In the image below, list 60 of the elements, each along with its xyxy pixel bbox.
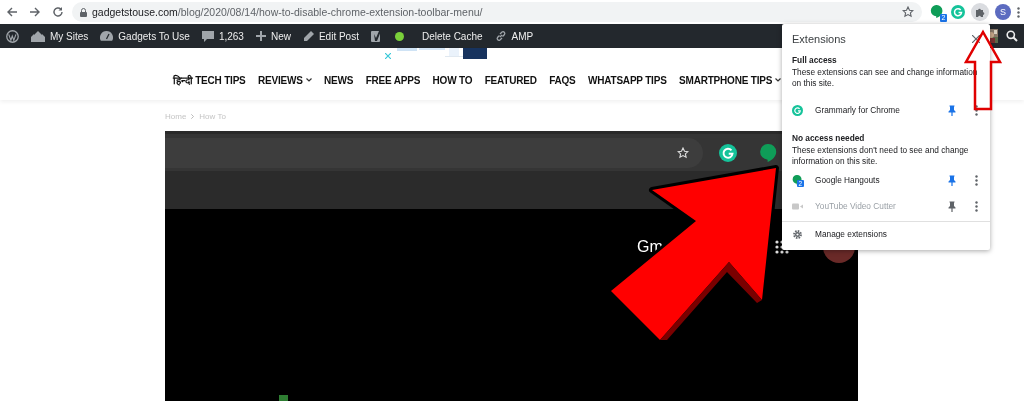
forward-icon[interactable] bbox=[29, 6, 41, 18]
admin-bar-item[interactable]: Delete Cache bbox=[409, 24, 489, 48]
lock-icon bbox=[80, 7, 87, 17]
reload-icon[interactable] bbox=[52, 6, 64, 18]
menu-icon[interactable] bbox=[1017, 6, 1020, 18]
extension-name: Grammarly for Chrome bbox=[815, 105, 901, 115]
plus-icon bbox=[255, 31, 266, 41]
extension-name: YouTube Video Cutter bbox=[815, 201, 897, 211]
admin-bar-item[interactable]: 1,263 bbox=[195, 24, 250, 48]
nav-link[interactable]: हिन्दी TECH TIPS bbox=[167, 73, 252, 87]
admin-bar-item[interactable]: Edit Post bbox=[296, 24, 365, 48]
pin-icon[interactable] bbox=[948, 104, 956, 116]
back-icon[interactable] bbox=[6, 6, 18, 18]
puzzle-icon[interactable] bbox=[971, 3, 989, 21]
settings-icon bbox=[792, 228, 803, 240]
url-text: gadgetstouse.com/blog/2020/08/14/how-to-disable-chrome-extension-toolbar-menu/ bbox=[92, 6, 484, 18]
more-options-icon[interactable] bbox=[975, 174, 978, 186]
wordpress-logo-icon[interactable] bbox=[6, 29, 19, 43]
extension-row[interactable]: Grammarly for Chrome bbox=[782, 97, 990, 123]
admin-bar-item[interactable]: Gadgets To Use bbox=[94, 24, 196, 48]
nav-link[interactable]: REVIEWS bbox=[251, 74, 318, 86]
nav-link[interactable]: FEATURED bbox=[478, 74, 543, 86]
chat-bubble-icon bbox=[759, 143, 777, 162]
pin-icon[interactable] bbox=[948, 174, 956, 186]
nav-link[interactable]: NEWS bbox=[317, 74, 360, 86]
section-heading: No access needed bbox=[792, 133, 866, 143]
link-icon bbox=[494, 30, 507, 42]
popup-title: Extensions bbox=[792, 33, 846, 45]
more-options-icon[interactable] bbox=[975, 104, 978, 116]
section-description: These extensions don't need to see and change information on this site. bbox=[792, 145, 970, 167]
gauge-icon bbox=[100, 30, 114, 42]
nav-link[interactable]: WHATSAPP TIPS bbox=[581, 74, 673, 86]
search-icon[interactable] bbox=[1006, 30, 1018, 42]
admin-bar-item[interactable]: AMP bbox=[488, 24, 540, 48]
star-icon[interactable] bbox=[902, 6, 914, 18]
profile-avatar[interactable]: S bbox=[995, 4, 1011, 20]
manage-extensions-link[interactable]: Manage extensions bbox=[815, 229, 887, 239]
star-icon bbox=[677, 146, 689, 159]
extension-name: Google Hangouts bbox=[815, 175, 881, 185]
nav-link[interactable]: SMARTPHONE TIPS bbox=[672, 74, 782, 86]
video-icon bbox=[792, 201, 804, 211]
small-square bbox=[279, 395, 288, 401]
nav-link[interactable]: FAQS bbox=[542, 74, 582, 86]
admin-bar-item[interactable]: New bbox=[249, 24, 297, 48]
seo-plugin-icon[interactable] bbox=[370, 29, 383, 43]
house-group-icon bbox=[31, 30, 45, 42]
pencil-icon bbox=[302, 30, 314, 42]
more-options-icon[interactable] bbox=[975, 200, 978, 212]
admin-bar-item[interactable]: My Sites bbox=[25, 24, 95, 48]
comment-icon bbox=[201, 30, 214, 42]
status-dot bbox=[394, 31, 404, 41]
chat-bubble-icon[interactable] bbox=[930, 4, 943, 18]
nav-link[interactable]: HOW TO bbox=[426, 74, 479, 86]
grammarly-icon bbox=[792, 104, 803, 116]
grammarly-icon bbox=[719, 143, 737, 162]
close-icon[interactable] bbox=[972, 35, 980, 43]
section-heading: Full access bbox=[792, 55, 838, 65]
chevron-right-icon bbox=[191, 113, 195, 119]
nav-link[interactable]: FREE APPS bbox=[359, 74, 427, 86]
address-bar[interactable]: gadgetstouse.com/blog/2020/08/14/how-to-disable-chrome-extension-toolbar-menu/ bbox=[72, 2, 922, 22]
